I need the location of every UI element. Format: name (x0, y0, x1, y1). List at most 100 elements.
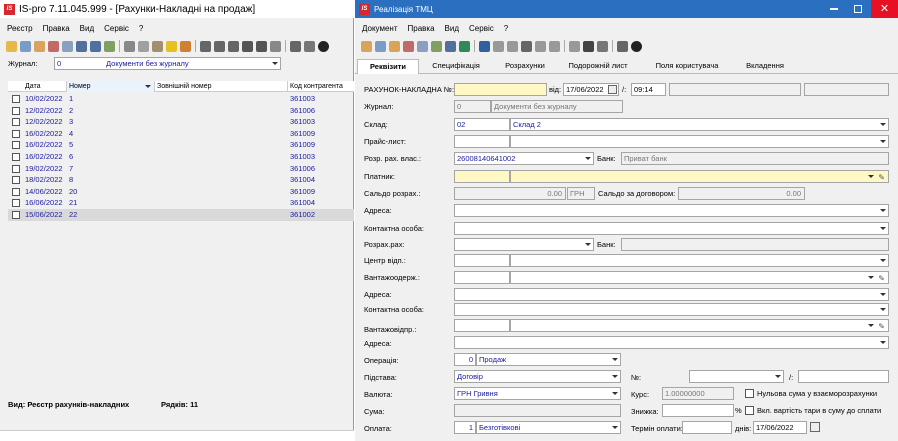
debit-credit-icon[interactable] (76, 40, 87, 52)
edit-icon[interactable] (403, 40, 414, 52)
print-icon[interactable] (124, 40, 135, 52)
table-row[interactable]: 10/02/2022 1 361003 (8, 93, 354, 105)
dk-icon[interactable] (445, 40, 456, 52)
time-input[interactable]: 09:14 (631, 83, 666, 96)
row-checkbox[interactable] (12, 129, 20, 138)
refresh-icon[interactable] (104, 40, 115, 52)
operation-select[interactable]: Продаж (476, 353, 621, 366)
print-icon[interactable] (617, 40, 628, 52)
table-row[interactable]: 14/06/2022 20 361009 (8, 186, 354, 198)
add-icon[interactable] (34, 40, 45, 52)
excel-icon[interactable] (459, 40, 470, 52)
pencil-icon[interactable]: ✎ (878, 321, 885, 331)
menu-help[interactable]: ? (134, 24, 148, 33)
menu-edit[interactable]: Правка (38, 24, 75, 33)
settings-icon[interactable] (152, 40, 163, 52)
col-header-ext-number[interactable]: Зовнішній номер (155, 81, 288, 92)
tab-waybill[interactable]: Подорожній лист (562, 59, 634, 74)
consignee-select[interactable]: ✎ (510, 271, 889, 284)
row-checkbox[interactable] (12, 95, 20, 103)
delete-icon[interactable] (62, 40, 73, 52)
menu-document[interactable]: Документ (357, 24, 403, 33)
copy-icon[interactable] (20, 40, 31, 52)
menu-view[interactable]: Вид (75, 24, 99, 33)
payer-select[interactable]: ✎ (510, 170, 889, 183)
new-icon[interactable] (361, 40, 372, 52)
shipper-code[interactable] (454, 319, 510, 332)
menu-registry[interactable]: Реєстр (2, 24, 38, 33)
row-checkbox[interactable] (12, 141, 20, 150)
tab-specification[interactable]: Специфікація (425, 59, 487, 74)
list-icon[interactable] (535, 40, 546, 52)
row-checkbox[interactable] (12, 106, 20, 115)
journal-selector[interactable]: 0 Документи без журналу (54, 57, 281, 70)
col-header-code[interactable]: Код контрагента (288, 81, 354, 92)
consignee-code[interactable] (454, 271, 510, 284)
basis-number-select[interactable] (689, 370, 784, 383)
clip-icon[interactable] (270, 40, 281, 52)
row-checkbox[interactable] (12, 211, 20, 219)
pencil-icon[interactable]: ✎ (878, 172, 885, 182)
resp-center-select[interactable] (510, 254, 889, 267)
new-doc-icon[interactable] (6, 40, 17, 52)
basis-select[interactable]: Договір (454, 370, 621, 383)
menu-view[interactable]: Вид (440, 24, 464, 33)
maximize-icon[interactable] (854, 5, 862, 13)
help-icon[interactable] (631, 40, 642, 52)
term-date-input[interactable]: 17/06/2022 (753, 421, 807, 434)
grid-icon[interactable] (290, 40, 301, 52)
row-checkbox[interactable] (12, 187, 20, 196)
calendar-icon[interactable] (608, 85, 617, 94)
payment-select[interactable]: Безготівкові (476, 421, 621, 434)
tab-attachments[interactable]: Вкладення (735, 59, 795, 74)
calc-account-select[interactable] (454, 238, 594, 251)
search-icon[interactable] (200, 40, 211, 52)
pencil-icon[interactable]: ✎ (878, 273, 885, 283)
reload-icon[interactable] (180, 40, 191, 52)
row-checkbox[interactable] (12, 153, 20, 161)
tab-requisites[interactable]: Реквізити (357, 59, 419, 74)
filter-icon[interactable] (583, 40, 594, 52)
filter-icon[interactable] (256, 40, 267, 52)
list2-icon[interactable] (549, 40, 560, 52)
calendar-icon[interactable] (810, 422, 820, 432)
find-next-icon[interactable] (214, 40, 225, 52)
warehouse-num-input[interactable]: 02 (454, 118, 510, 131)
row-checkbox[interactable] (12, 118, 20, 127)
invoice-number-input[interactable] (454, 83, 547, 96)
own-account-select[interactable]: 26008140641002 (454, 152, 594, 165)
row-checkbox[interactable] (12, 176, 20, 185)
table-row[interactable]: 16/02/2022 6 361003 (8, 151, 354, 163)
key-icon[interactable] (166, 40, 177, 52)
tab-settlements[interactable]: Розрахунки (495, 59, 555, 74)
doc-icon[interactable] (493, 40, 504, 52)
payer-code-input[interactable] (454, 170, 510, 183)
grid-icon[interactable] (569, 40, 580, 52)
table-row[interactable]: 12/02/2022 2 361006 (8, 105, 354, 117)
tree-icon[interactable] (521, 40, 532, 52)
resp-center-code[interactable] (454, 254, 510, 267)
currency-select[interactable]: ГРН Гривня (454, 387, 621, 400)
warehouse-select[interactable]: Склад 2 (510, 118, 889, 131)
copy-icon[interactable] (375, 40, 386, 52)
payment-num[interactable]: 1 (454, 421, 476, 434)
address2-select[interactable] (454, 288, 889, 301)
col-header-date[interactable]: Дата (23, 81, 67, 92)
table-row[interactable]: 16/06/2022 21 361004 (8, 197, 354, 209)
menu-edit[interactable]: Правка (403, 24, 440, 33)
discount-input[interactable] (662, 404, 734, 417)
col-header-number[interactable]: Номер (67, 81, 155, 92)
contact-select[interactable] (454, 222, 889, 235)
columns-icon[interactable] (304, 40, 315, 52)
dk-icon[interactable] (90, 40, 101, 52)
save-icon[interactable] (479, 40, 490, 52)
tab-user-fields[interactable]: Поля користувача (646, 59, 728, 74)
table-row[interactable]: 19/02/2022 7 361006 (8, 163, 354, 175)
tare-checkbox[interactable] (745, 406, 754, 415)
row-checkbox[interactable] (12, 164, 20, 173)
shipper-select[interactable]: ✎ (510, 319, 889, 332)
close-icon[interactable]: ✕ (871, 0, 898, 18)
term-input[interactable] (682, 421, 732, 434)
pricelist-select[interactable] (510, 135, 889, 148)
date-input[interactable]: 17/06/2022 (563, 83, 619, 96)
